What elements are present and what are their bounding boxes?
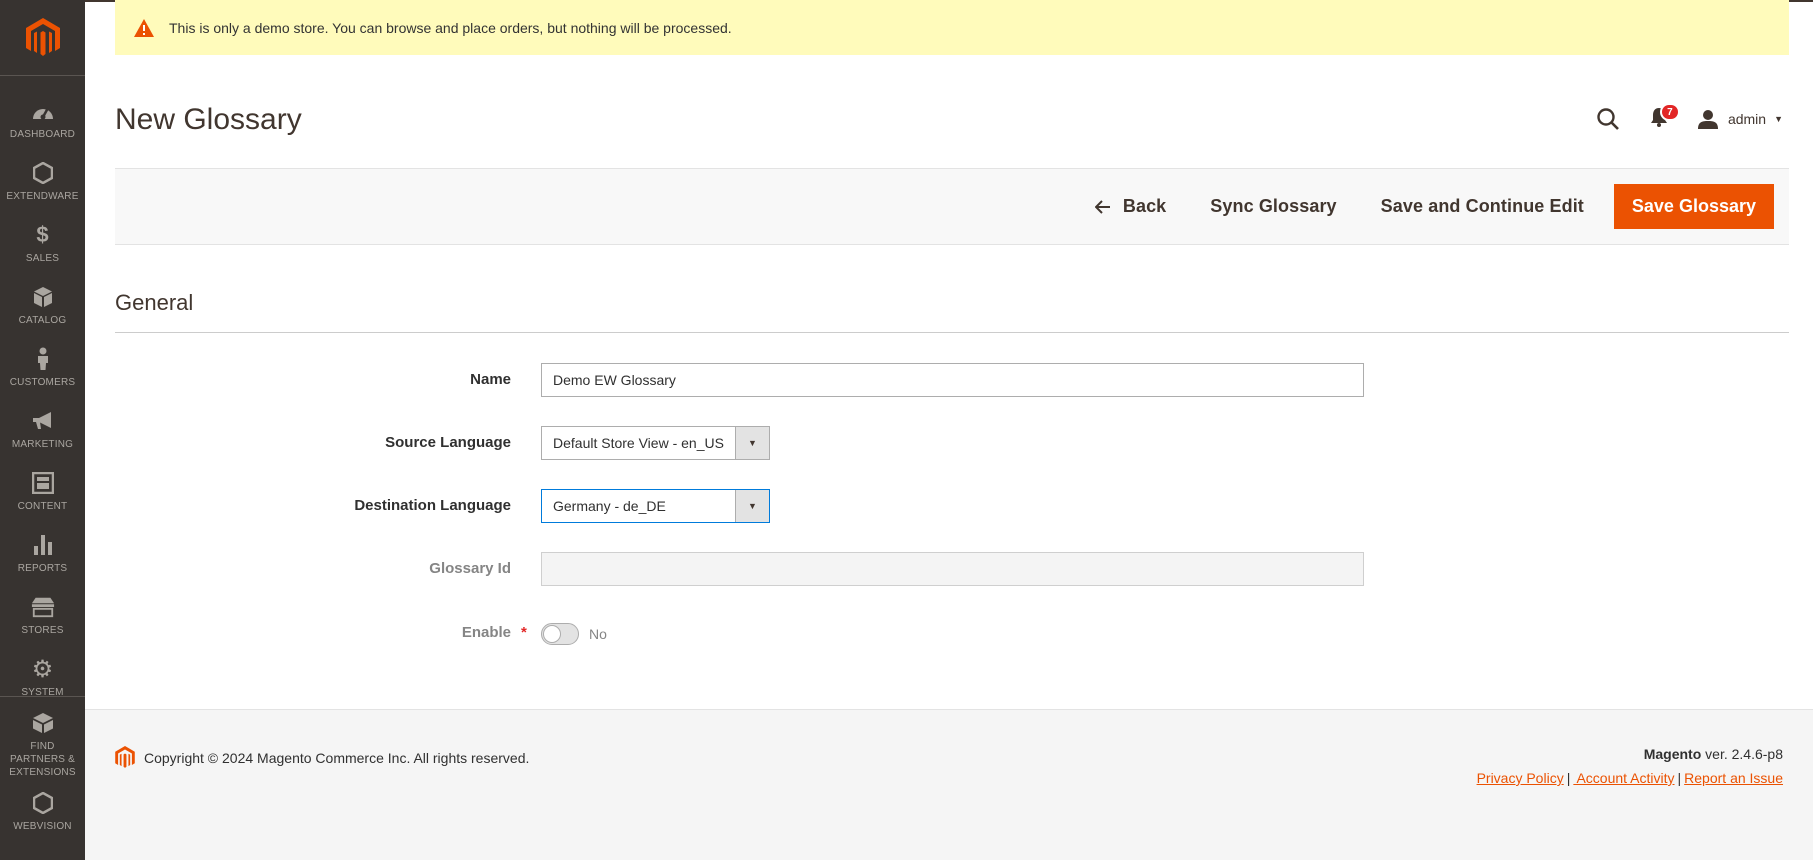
sidebar-item-label: CONTENT xyxy=(17,501,68,512)
sidebar-item-label: REPORTS xyxy=(17,563,68,574)
sidebar-item-label: MARKETING xyxy=(11,439,74,450)
version-text: ver. 2.4.6-p8 xyxy=(1701,746,1783,762)
sidebar-item-label: DASHBOARD xyxy=(9,129,76,140)
enable-label: Enable xyxy=(461,624,511,641)
sidebar-item-sales[interactable]: $ SALES xyxy=(0,212,85,274)
sidebar-item-label: STORES xyxy=(21,625,64,636)
privacy-policy-link[interactable]: Privacy Policy xyxy=(1477,770,1564,786)
brand-name: Magento xyxy=(1643,746,1702,762)
sidebar-item-reports[interactable]: REPORTS xyxy=(0,522,85,584)
sidebar-item-extendware[interactable]: EXTENDWARE xyxy=(0,150,85,212)
sidebar-item-label: FIND PARTNERS & EXTENSIONS xyxy=(9,741,76,778)
enable-toggle-state: No xyxy=(589,626,607,642)
section-divider xyxy=(115,332,1789,333)
user-icon xyxy=(1697,109,1718,129)
sidebar-item-customers[interactable]: CUSTOMERS xyxy=(0,336,85,398)
arrow-left-icon xyxy=(1094,199,1111,214)
hexagon-icon xyxy=(31,792,55,814)
bar-chart-icon xyxy=(31,534,55,556)
account-activity-link[interactable]: Account Activity xyxy=(1573,770,1674,786)
sidebar-item-label: WEBVISION xyxy=(13,821,72,832)
notice-text: This is only a demo store. You can brows… xyxy=(169,19,732,36)
toggle-knob xyxy=(543,625,561,643)
source-language-select[interactable]: Default Store View - en_US ▼ xyxy=(541,426,770,460)
glossary-id-label: Glossary Id xyxy=(429,560,511,577)
required-mark: * xyxy=(521,624,527,641)
sync-glossary-button[interactable]: Sync Glossary xyxy=(1188,184,1358,229)
page-footer: Copyright © 2024 Magento Commerce Inc. A… xyxy=(85,709,1813,860)
save-and-continue-button[interactable]: Save and Continue Edit xyxy=(1359,184,1606,229)
page-title: New Glossary xyxy=(115,103,302,136)
sidebar-item-catalog[interactable]: CATALOG xyxy=(0,274,85,336)
name-label: Name xyxy=(470,371,511,388)
sidebar-item-label: CATALOG xyxy=(18,315,67,326)
version-info: Magento ver. 2.4.6-p8 xyxy=(1477,746,1783,762)
back-button[interactable]: Back xyxy=(1073,184,1188,229)
notification-count-badge: 7 xyxy=(1659,103,1680,121)
sidebar-item-system[interactable]: ⚙ SYSTEM xyxy=(0,646,85,708)
sidebar-item-label: SALES xyxy=(25,253,60,264)
back-label: Back xyxy=(1122,196,1167,216)
sidebar-item-webvision[interactable]: WEBVISION xyxy=(0,780,85,842)
main-content: This is only a demo store. You can brows… xyxy=(85,0,1813,860)
chevron-down-icon: ▼ xyxy=(1774,114,1783,124)
sidebar-item-content[interactable]: CONTENT xyxy=(0,460,85,522)
user-menu[interactable]: admin ▼ xyxy=(1697,109,1783,129)
sidebar-item-marketing[interactable]: MARKETING xyxy=(0,398,85,460)
notifications-button[interactable]: 7 xyxy=(1644,103,1680,135)
warning-icon xyxy=(133,18,155,38)
person-icon xyxy=(31,347,55,370)
enable-toggle[interactable] xyxy=(541,623,579,645)
search-icon[interactable] xyxy=(1592,103,1624,135)
sidebar-divider xyxy=(0,696,85,697)
report-issue-link[interactable]: Report an Issue xyxy=(1684,770,1783,786)
sidebar-item-find-partners[interactable]: FIND PARTNERS & EXTENSIONS xyxy=(0,700,85,778)
store-icon xyxy=(31,596,55,618)
chevron-down-icon: ▼ xyxy=(735,490,769,522)
copyright-text: Copyright © 2024 Magento Commerce Inc. A… xyxy=(144,749,530,766)
glossary-id-input xyxy=(541,552,1364,586)
destination-language-value: Germany - de_DE xyxy=(553,498,666,514)
sidebar-item-label: CUSTOMERS xyxy=(9,377,76,388)
megaphone-icon xyxy=(31,410,55,432)
magento-logo-icon[interactable] xyxy=(0,0,85,76)
dashboard-icon xyxy=(31,100,55,122)
page-actions-bar: Back Sync Glossary Save and Continue Edi… xyxy=(115,168,1789,245)
name-input[interactable]: Demo EW Glossary xyxy=(541,363,1364,397)
link-separator: | xyxy=(1677,770,1682,786)
link-separator: | xyxy=(1566,770,1571,786)
box-icon xyxy=(31,286,55,308)
layout-icon xyxy=(31,472,55,494)
section-title-general: General xyxy=(115,290,194,315)
source-language-label: Source Language xyxy=(385,434,511,451)
sidebar-item-label: SYSTEM xyxy=(21,687,64,698)
sidebar-item-label: EXTENDWARE xyxy=(6,191,79,202)
demo-store-notice: This is only a demo store. You can brows… xyxy=(115,0,1789,55)
chevron-down-icon: ▼ xyxy=(735,427,769,459)
sidebar-item-dashboard[interactable]: DASHBOARD xyxy=(0,88,85,150)
admin-sidebar: DASHBOARD EXTENDWARE $ SALES CATALOG CUS… xyxy=(0,0,85,860)
username: admin xyxy=(1727,111,1767,127)
source-language-value: Default Store View - en_US xyxy=(553,435,724,451)
destination-language-select[interactable]: Germany - de_DE ▼ xyxy=(541,489,770,523)
destination-language-label: Destination Language xyxy=(354,497,511,514)
gear-icon: ⚙ xyxy=(31,655,54,683)
dollar-icon: $ xyxy=(36,222,49,247)
sidebar-item-stores[interactable]: STORES xyxy=(0,584,85,646)
hexagon-icon xyxy=(31,162,55,184)
save-glossary-button[interactable]: Save Glossary xyxy=(1613,184,1774,229)
boxes-icon xyxy=(31,712,55,734)
header-actions: 7 admin ▼ xyxy=(1592,100,1783,138)
magento-footer-logo-icon xyxy=(115,746,135,769)
